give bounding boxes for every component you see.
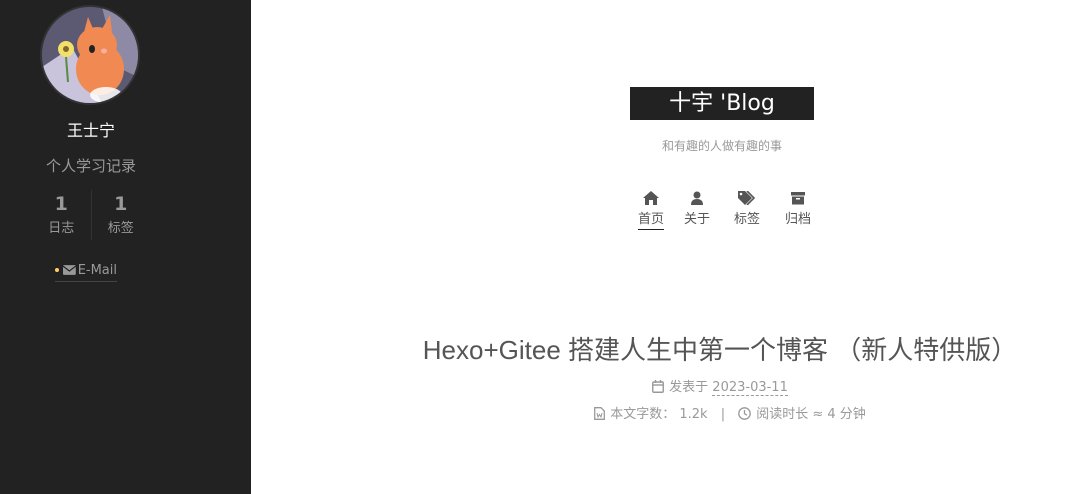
- readtime-value: 4 分钟: [827, 407, 866, 422]
- tags-stat[interactable]: 1 标签: [90, 190, 151, 240]
- site-subtitle: 和有趣的人做有趣的事: [661, 139, 782, 153]
- menu-label-archive: 归档: [784, 212, 811, 227]
- post-title[interactable]: Hexo+Gitee 搭建人生中第一个博客 （新人特供版）: [400, 330, 1040, 367]
- clock-icon: [738, 407, 752, 420]
- wordcount-value: 1.2k: [679, 407, 708, 422]
- post-date-meta: 发表于 2023-03-11: [400, 376, 1040, 396]
- tags-icon: [738, 191, 756, 205]
- readtime-label: 阅读时长 ≈: [756, 407, 824, 422]
- site-description: 个人学习记录: [45, 157, 136, 175]
- home-icon: [643, 191, 659, 205]
- posts-stat[interactable]: 1 日志: [32, 190, 91, 240]
- wordcount-label: 本文字数：: [610, 407, 676, 422]
- archive-icon: [791, 192, 805, 205]
- menu-item-about[interactable]: 关于: [677, 191, 717, 229]
- menu-item-tags[interactable]: 标签: [727, 191, 767, 229]
- posts-label: 日志: [48, 221, 75, 236]
- menu-label-tags: 标签: [733, 212, 760, 227]
- avatar-image: [42, 7, 138, 103]
- menu-item-home[interactable]: 首页: [631, 191, 671, 230]
- file-word-icon: [594, 407, 606, 420]
- post-date[interactable]: 2023-03-11: [712, 380, 788, 396]
- menu-label-home: 首页: [637, 211, 664, 230]
- meta-separator: |: [720, 407, 726, 422]
- email-link[interactable]: E-Mail: [55, 259, 117, 282]
- author-name: 王士宁: [66, 121, 115, 140]
- menu-item-archive[interactable]: 归档: [778, 191, 818, 229]
- email-label: E-Mail: [77, 262, 117, 278]
- posts-count: 1: [54, 193, 68, 215]
- email-dot: [55, 268, 59, 272]
- site-brand[interactable]: 十宇 'Blog: [630, 87, 814, 120]
- tags-count: 1: [114, 193, 128, 215]
- menu-label-about: 关于: [683, 212, 710, 227]
- sidebar: 王士宁 个人学习记录 1 日志 1 标签 E-Mail: [0, 0, 251, 494]
- tags-label: 标签: [107, 221, 134, 236]
- post-stats-meta: 本文字数： 1.2k | 阅读时长 ≈ 4 分钟: [400, 403, 1060, 422]
- site-stats: 1 日志 1 标签: [32, 190, 150, 240]
- calendar-icon: [652, 380, 665, 393]
- envelope-icon: [62, 265, 76, 275]
- posted-label: 发表于: [669, 380, 709, 395]
- user-icon: [691, 191, 703, 205]
- avatar[interactable]: [40, 5, 140, 105]
